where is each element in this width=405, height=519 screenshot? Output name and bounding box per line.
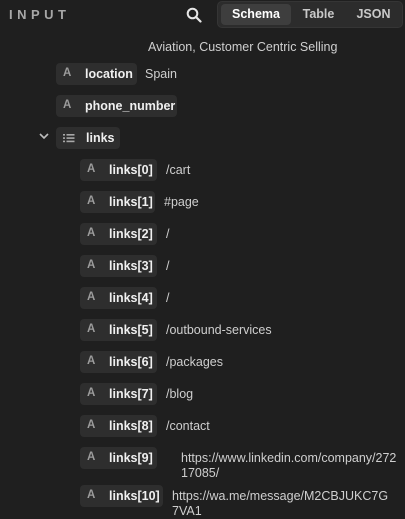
list-item: A links[10] https://wa.me/message/M2CBJU… [80, 485, 400, 518]
field-value: / [166, 259, 170, 273]
list-item: A links[6] /packages [80, 351, 400, 373]
field-chip-links-6[interactable]: A links[6] [80, 351, 157, 373]
list-item: A links[7] /blog [80, 383, 400, 405]
string-type-icon: A [63, 99, 72, 111]
search-icon[interactable] [186, 7, 202, 23]
field-row-location: A location Spain [56, 63, 356, 85]
field-value: https://www.linkedin.com/company/2721708… [181, 451, 397, 480]
field-key: links[10] [109, 489, 160, 503]
field-key: links[4] [109, 291, 153, 305]
field-chip-links-0[interactable]: A links[0] [80, 159, 157, 181]
field-value: /packages [166, 355, 223, 369]
string-type-icon: A [87, 259, 96, 271]
string-type-icon: A [87, 291, 96, 303]
field-key: links[3] [109, 259, 153, 273]
tab-table[interactable]: Table [296, 4, 341, 25]
string-type-icon: A [87, 323, 96, 335]
field-value: / [166, 291, 170, 305]
field-value: Spain [145, 67, 177, 81]
field-key: links[8] [109, 419, 153, 433]
panel-title: INPUT [9, 7, 71, 22]
field-key: links[5] [109, 323, 153, 337]
chevron-down-icon[interactable] [38, 131, 50, 141]
field-value: #page [164, 195, 199, 209]
field-value: /contact [166, 419, 210, 433]
list-item: A links[3] / [80, 255, 400, 277]
field-key: links[7] [109, 387, 153, 401]
field-key: links[6] [109, 355, 153, 369]
string-type-icon: A [63, 67, 72, 79]
field-key: links[9] [109, 451, 153, 465]
panel-header: INPUT Schema Table JSON [0, 0, 405, 30]
tab-json[interactable]: JSON [346, 4, 401, 25]
string-type-icon: A [87, 355, 96, 367]
list-item: A links[9] https://www.linkedin.com/comp… [80, 447, 400, 480]
field-value-truncated: Aviation, Customer Centric Selling [148, 40, 338, 54]
view-tabs: Schema Table JSON [217, 1, 403, 28]
field-key: links[2] [109, 227, 153, 241]
field-value: /outbound-services [166, 323, 272, 337]
field-row-phone-number: A phone_number [56, 95, 356, 117]
field-chip-links-5[interactable]: A links[5] [80, 319, 157, 341]
field-chip-links-8[interactable]: A links[8] [80, 415, 157, 437]
string-type-icon: A [87, 195, 96, 207]
list-item: A links[1] #page [80, 191, 400, 213]
string-type-icon: A [87, 451, 96, 463]
field-key: links[1] [109, 195, 153, 209]
tab-schema[interactable]: Schema [221, 4, 291, 25]
field-key: links[0] [109, 163, 153, 177]
list-item: A links[8] /contact [80, 415, 400, 437]
field-chip-links-2[interactable]: A links[2] [80, 223, 157, 245]
field-chip-links-3[interactable]: A links[3] [80, 255, 157, 277]
list-item: A links[0] /cart [80, 159, 400, 181]
field-key: phone_number [85, 99, 176, 113]
string-type-icon: A [87, 489, 96, 501]
list-icon [63, 134, 75, 143]
string-type-icon: A [87, 163, 96, 175]
field-key: location [85, 67, 133, 81]
list-item: A links[5] /outbound-services [80, 319, 400, 341]
field-chip-location[interactable]: A location [56, 63, 137, 85]
field-value: / [166, 227, 170, 241]
list-item: A links[2] / [80, 223, 400, 245]
field-chip-links-4[interactable]: A links[4] [80, 287, 157, 309]
list-item: A links[4] / [80, 287, 400, 309]
string-type-icon: A [87, 387, 96, 399]
field-chip-links-10[interactable]: A links[10] [80, 485, 163, 507]
string-type-icon: A [87, 419, 96, 431]
field-value: /blog [166, 387, 194, 401]
field-chip-links-7[interactable]: A links[7] [80, 383, 157, 405]
string-type-icon: A [87, 227, 96, 239]
field-row-links: links [56, 127, 126, 149]
field-key: links [86, 131, 115, 145]
field-chip-phone-number[interactable]: A phone_number [56, 95, 177, 117]
field-value: /cart [166, 163, 191, 177]
field-chip-links-1[interactable]: A links[1] [80, 191, 155, 213]
field-chip-links-9[interactable]: A links[9] [80, 447, 157, 469]
field-chip-links[interactable]: links [56, 127, 120, 149]
